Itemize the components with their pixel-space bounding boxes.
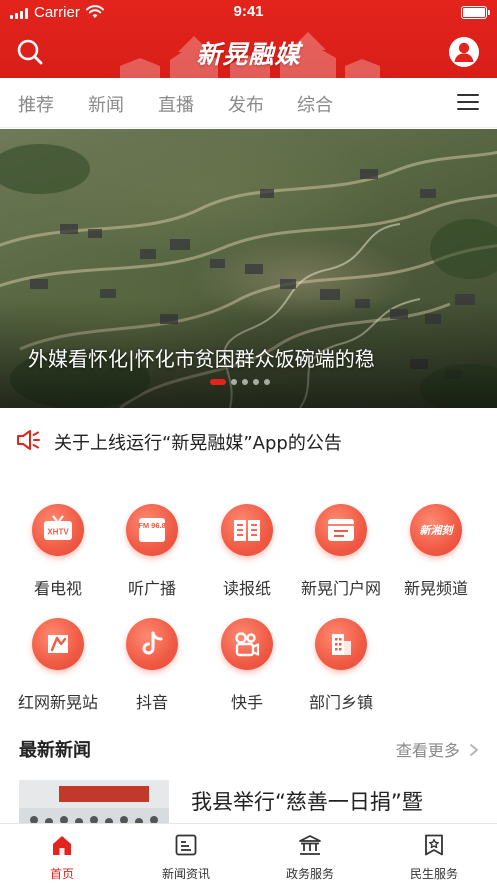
menu-icon[interactable] (457, 94, 479, 112)
tab-recommended[interactable]: 推荐 (18, 91, 54, 117)
app-screen: Carrier 9:41 新晃融媒 推荐 新闻 直播 发布 综合 外媒看怀化|怀… (0, 0, 497, 883)
featured-banner[interactable]: 外媒看怀化|怀化市贫困群众饭碗端的稳 (0, 129, 497, 408)
service-label: 读报纸 (222, 579, 271, 598)
service-label: 红网新晃站 (17, 693, 98, 712)
tab-live[interactable]: 直播 (158, 91, 194, 117)
profile-avatar-button[interactable] (449, 37, 479, 67)
service-label: 快手 (230, 693, 263, 712)
carousel-dot[interactable] (231, 379, 237, 385)
service-label: 听广播 (127, 579, 176, 598)
news-icon (175, 834, 197, 856)
news-title: 我县举行“慈善一日捐”暨 (191, 790, 423, 814)
tv-badge: XHTV (47, 528, 69, 537)
carousel-dot[interactable] (242, 379, 248, 385)
service-read-newspaper[interactable]: 读报纸 (199, 504, 295, 604)
service-label: 看电视 (33, 579, 82, 598)
app-bar: 新晃融媒 (0, 26, 497, 78)
service-portal-website[interactable]: 新晃门户网 (293, 504, 389, 604)
service-departments-towns[interactable]: 部门乡镇 (293, 618, 389, 718)
status-bar: Carrier 9:41 (0, 0, 497, 26)
view-more-link[interactable]: 查看更多 (396, 737, 479, 761)
service-label: 新晃门户网 (300, 579, 381, 598)
view-more-label: 查看更多 (395, 741, 460, 760)
nav-label: 政务服务 (285, 867, 334, 881)
nav-news[interactable]: 新闻资讯 (124, 824, 248, 883)
header: Carrier 9:41 新晃融媒 (0, 0, 497, 78)
service-watch-tv[interactable]: XHTV 看电视 (10, 504, 106, 604)
latest-news-heading: 最新新闻 (19, 740, 91, 761)
announcement-text: 关于上线运行“新晃融媒”App的公告 (54, 433, 342, 454)
service-listen-radio[interactable]: FM 96.8 听广播 (104, 504, 200, 604)
nav-livelihood[interactable]: 民生服务 (372, 824, 496, 883)
tab-general[interactable]: 综合 (297, 91, 333, 117)
service-rednet-station[interactable]: 红网新晃站 (10, 618, 106, 718)
douyin-icon (126, 618, 178, 670)
nav-label: 新闻资讯 (161, 867, 210, 881)
home-icon (53, 836, 71, 855)
service-douyin[interactable]: 抖音 (104, 618, 200, 718)
service-channel[interactable]: 新湘刻 新晃频道 (388, 504, 484, 604)
tv-icon: XHTV (32, 504, 84, 556)
nav-home[interactable]: 首页 (0, 824, 124, 883)
carousel-dot-active[interactable] (210, 379, 226, 385)
battery-icon (461, 6, 490, 19)
nav-label: 民生服务 (409, 867, 458, 881)
tab-news[interactable]: 新闻 (88, 91, 124, 117)
service-kuaishou[interactable]: 快手 (199, 618, 295, 718)
category-tabs: 推荐 新闻 直播 发布 综合 (0, 78, 497, 128)
newspaper-icon (221, 504, 273, 556)
portal-icon (315, 504, 367, 556)
carousel-dot[interactable] (264, 379, 270, 385)
app-logo-title: 新晃融媒 (196, 40, 301, 69)
tab-publish[interactable]: 发布 (228, 91, 264, 117)
carousel-dot[interactable] (253, 379, 259, 385)
channel-icon: 新湘刻 (410, 504, 462, 556)
service-label: 新晃频道 (403, 579, 468, 598)
user-icon (454, 42, 474, 62)
status-time: 9:41 (233, 3, 264, 20)
radio-badge: FM 96.8 (138, 521, 166, 530)
nav-government[interactable]: 政务服务 (248, 824, 372, 883)
nav-label: 首页 (49, 867, 74, 881)
kuaishou-icon (221, 618, 273, 670)
carousel-indicator (210, 379, 270, 385)
service-label: 部门乡镇 (308, 693, 373, 712)
speaker-icon (17, 430, 40, 450)
government-icon (299, 835, 321, 855)
bottom-navigation: 首页 新闻资讯 政务服务 民生服务 (0, 823, 497, 883)
rednet-icon (32, 618, 84, 670)
channel-badge: 新湘刻 (420, 524, 455, 537)
announcement-bar[interactable]: 关于上线运行“新晃融媒”App的公告 (0, 418, 497, 464)
radio-icon: FM 96.8 (126, 504, 178, 556)
department-icon (315, 618, 367, 670)
service-label: 抖音 (135, 693, 168, 712)
chevron-right-icon (470, 744, 478, 756)
livelihood-icon (425, 834, 443, 856)
banner-caption: 外媒看怀化|怀化市贫困群众饭碗端的稳 (28, 347, 375, 371)
